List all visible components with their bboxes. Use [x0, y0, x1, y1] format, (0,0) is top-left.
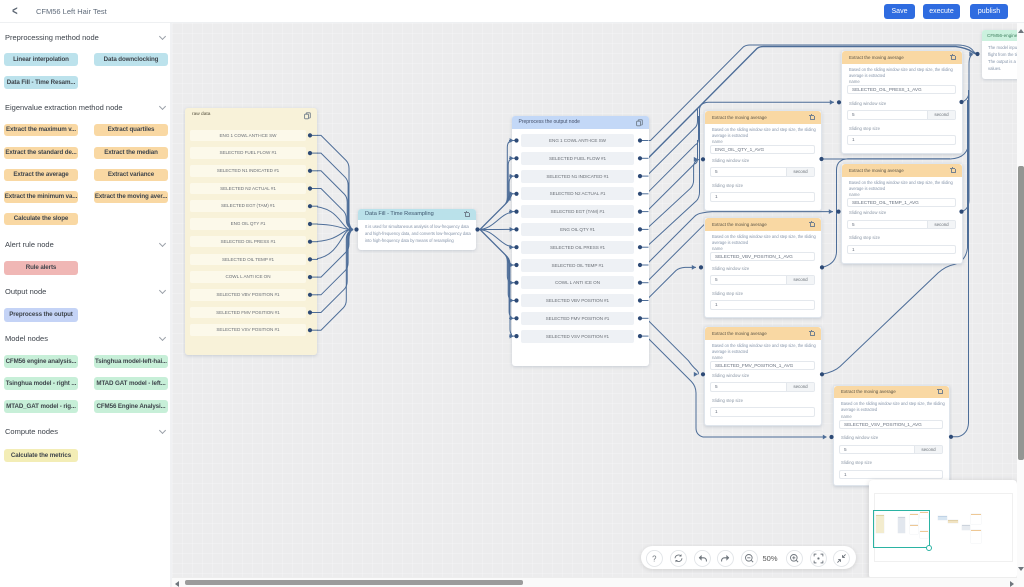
svg-text:?: ? — [652, 554, 657, 563]
